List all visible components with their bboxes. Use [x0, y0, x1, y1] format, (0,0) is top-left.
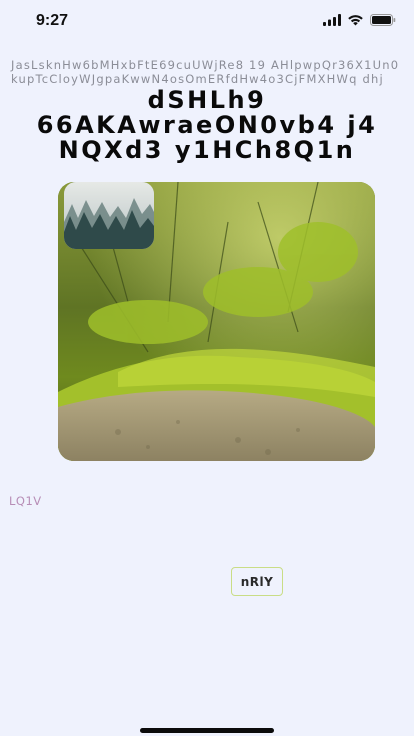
status-time: 9:27: [36, 12, 69, 29]
status-icons: [323, 14, 396, 26]
battery-icon: [370, 14, 396, 26]
wifi-icon: [347, 14, 364, 26]
home-indicator[interactable]: [140, 728, 274, 733]
meta-text: JasLsknHw6bMHxbFtE69cuUWjRe8 19 AHlpwpQr…: [11, 58, 400, 86]
signal-icon: [323, 14, 341, 26]
thumbnail-image[interactable]: [64, 182, 154, 249]
status-bar: 9:27: [0, 0, 414, 44]
page-title: dSHLh9 66AKAwraeON0vb4 j4 NQXd3 y1HCh8Q1…: [36, 86, 378, 164]
pill-button[interactable]: nRlY: [231, 567, 283, 596]
small-link[interactable]: LQ1V: [9, 494, 42, 508]
